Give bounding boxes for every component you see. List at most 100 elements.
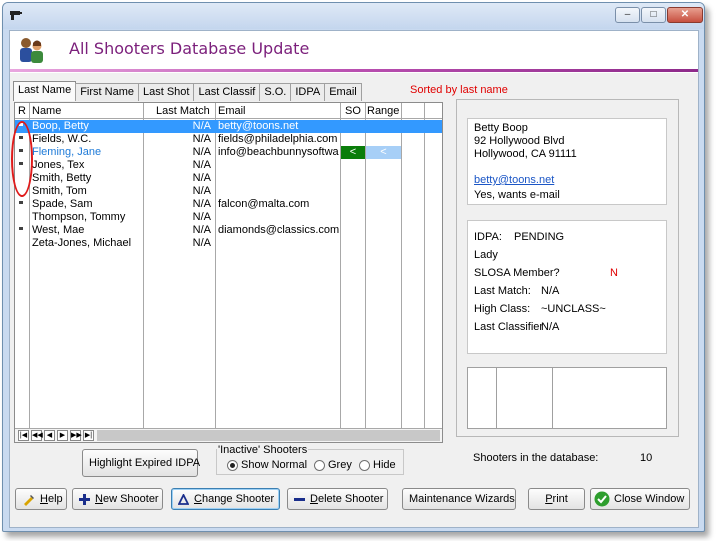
table-row[interactable]: Boop, Betty N/A betty@toons.net — [15, 120, 442, 133]
table-row[interactable]: Fleming, Jane N/A info@beachbunnysoftware <… — [15, 146, 442, 159]
print-button[interactable]: Print — [528, 488, 585, 510]
cell-last-match: N/A — [192, 211, 211, 223]
slosa-value: N — [610, 267, 618, 279]
record-marker — [19, 201, 23, 204]
last-match-label: Last Match: — [474, 285, 531, 297]
column-header-email[interactable]: Email — [218, 105, 246, 117]
radio-label-show-normal: Show Normal — [241, 459, 308, 471]
email-preference: Yes, wants e-mail — [474, 189, 560, 201]
cell-last-match: N/A — [192, 237, 211, 249]
cell-last-match: N/A — [192, 172, 211, 184]
grid-navigator: |◀ ◀◀ ◀ ▶ ▶▶ ▶| — [15, 428, 442, 442]
nav-first-button[interactable]: |◀ — [18, 430, 29, 441]
check-circle-icon — [594, 491, 610, 507]
cell-email: betty@toons.net — [218, 120, 299, 132]
nav-next-button[interactable]: ▶ — [57, 430, 68, 441]
maximize-button[interactable]: □ — [641, 7, 666, 23]
table-row[interactable]: Fields, W.C. N/A fields@philadelphia.com — [15, 133, 442, 146]
idpa-label: IDPA: — [474, 231, 502, 243]
radio-dot-selected — [227, 459, 238, 471]
high-class-label: High Class: — [474, 303, 531, 315]
tab-idpa[interactable]: IDPA — [290, 83, 326, 101]
cell-last-match: N/A — [192, 120, 211, 132]
radio-grey[interactable]: Grey — [314, 459, 352, 471]
cell-last-match: N/A — [192, 133, 211, 145]
close-window-x-button[interactable]: ✕ — [667, 7, 703, 23]
cell-name: West, Mae — [32, 224, 85, 236]
table-row[interactable]: West, Mae N/A diamonds@classics.com — [15, 224, 442, 237]
nav-prev-button[interactable]: ◀ — [44, 430, 55, 441]
header-divider — [10, 69, 698, 72]
radio-dot — [314, 459, 325, 471]
table-row[interactable]: Spade, Sam N/A falcon@malta.com — [15, 198, 442, 211]
close-window-button[interactable]: Close Window — [590, 488, 690, 510]
cell-name: Thompson, Tommy — [32, 211, 126, 223]
table-row[interactable]: Smith, Betty N/A — [15, 172, 442, 185]
tab-last-name[interactable]: Last Name — [13, 81, 77, 101]
highlight-expired-idpa-button[interactable]: Highlight Expired IDPA — [82, 449, 200, 477]
tab-last-shot[interactable]: Last Shot — [137, 83, 195, 101]
gender: Lady — [474, 249, 498, 261]
cell-last-match: N/A — [192, 224, 211, 236]
help-icon — [24, 494, 34, 506]
cell-name: Smith, Betty — [32, 172, 92, 184]
cell-last-match: N/A — [192, 146, 211, 158]
shooter-name: Betty Boop — [474, 122, 528, 134]
cell-name: Spade, Sam — [32, 198, 93, 210]
tab-so[interactable]: S.O. — [259, 83, 292, 101]
tab-email[interactable]: Email — [324, 83, 362, 101]
table-row[interactable]: Jones, Tex N/A — [15, 159, 442, 172]
column-header-so[interactable]: SO — [345, 105, 361, 117]
table-row[interactable]: Thompson, Tommy N/A — [15, 211, 442, 224]
sorted-note: Sorted by last name — [410, 84, 508, 96]
tab-last-classif[interactable]: Last Classif — [193, 83, 261, 101]
cell-email: fields@philadelphia.com — [218, 133, 338, 145]
help-button[interactable]: Help — [15, 488, 67, 510]
minimize-button[interactable]: – — [615, 7, 640, 23]
shooter-count-value: 10 — [640, 452, 653, 464]
radio-label-hide: Hide — [373, 459, 396, 471]
table-row[interactable]: Smith, Tom N/A — [15, 185, 442, 198]
nav-next-page-button[interactable]: ▶▶ — [70, 430, 82, 441]
thumbnail-strip — [467, 367, 667, 429]
shooter-email-link[interactable]: betty@toons.net — [474, 174, 554, 186]
plus-icon — [79, 493, 90, 505]
nav-prev-page-button[interactable]: ◀◀ — [31, 430, 43, 441]
last-classifier-value: N/A — [541, 321, 560, 333]
new-shooter-button[interactable]: New Shooter — [72, 488, 163, 510]
people-icon — [20, 38, 43, 63]
address-box: Betty Boop 92 Hollywood Blvd Hollywood, … — [467, 118, 667, 205]
app-icon — [10, 11, 22, 20]
horizontal-scrollbar[interactable] — [97, 430, 440, 441]
shooter-city: Hollywood, CA 91111 — [474, 148, 577, 160]
cell-so: < — [341, 146, 365, 159]
cell-name: Smith, Tom — [32, 185, 87, 197]
change-shooter-button[interactable]: Change Shooter — [171, 488, 280, 510]
minus-icon — [294, 497, 305, 501]
radio-label-grey: Grey — [328, 459, 352, 471]
shooter-street: 92 Hollywood Blvd — [474, 135, 565, 147]
slosa-label: SLOSA Member? — [474, 267, 560, 279]
triangle-icon — [178, 493, 189, 505]
nav-last-button[interactable]: ▶| — [83, 430, 94, 441]
delete-shooter-button[interactable]: Delete Shooter — [287, 488, 388, 510]
column-header-range[interactable]: Range — [367, 105, 399, 117]
header: All Shooters Database Update — [10, 31, 698, 73]
tab-first-name[interactable]: First Name — [75, 83, 139, 101]
shooters-grid[interactable]: R Name Last Match Email SO Range Boop, B… — [11, 102, 443, 443]
cell-name: Jones, Tex — [32, 159, 85, 171]
maintenance-wizards-button[interactable]: Maintenance Wizards — [402, 488, 516, 510]
column-header-r[interactable]: R — [18, 105, 26, 117]
cell-last-match: N/A — [192, 198, 211, 210]
column-header-last-match[interactable]: Last Match — [156, 105, 210, 117]
high-class-value: ~UNCLASS~ — [541, 303, 606, 315]
details-panel: Betty Boop 92 Hollywood Blvd Hollywood, … — [456, 99, 679, 437]
cell-email: diamonds@classics.com — [218, 224, 339, 236]
cell-last-match: N/A — [192, 159, 211, 171]
radio-show-normal[interactable]: Show Normal — [227, 459, 307, 471]
radio-hide[interactable]: Hide — [359, 459, 396, 471]
column-header-name[interactable]: Name — [32, 105, 61, 117]
radio-dot — [359, 459, 370, 471]
table-row[interactable]: Zeta-Jones, Michael N/A — [15, 237, 442, 250]
record-marker — [19, 227, 23, 230]
